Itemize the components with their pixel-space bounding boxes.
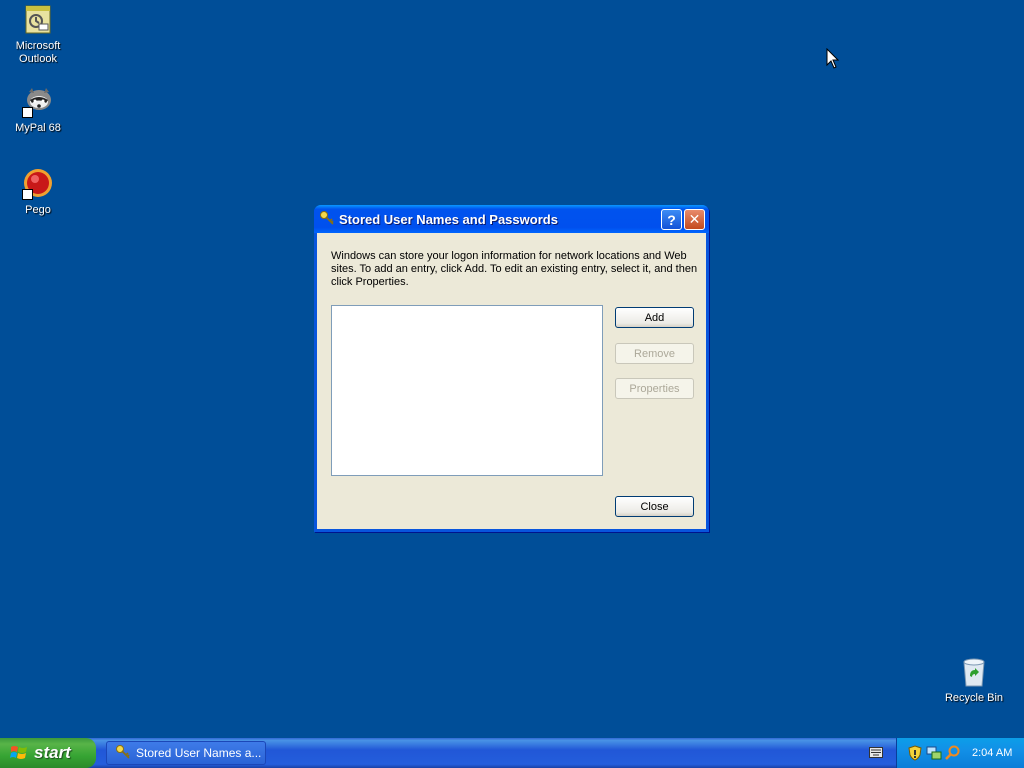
close-button[interactable]: Close	[615, 496, 694, 517]
outlook-icon	[22, 4, 54, 36]
dialog-title: Stored User Names and Passwords	[339, 211, 558, 227]
titlebar-close-button[interactable]: ✕	[684, 209, 705, 230]
windows-logo-icon	[10, 745, 28, 761]
desktop-icon-pego[interactable]: Pego	[0, 168, 76, 217]
start-label: start	[34, 743, 71, 762]
desktop-icon-outlook[interactable]: Microsoft Outlook	[0, 4, 76, 66]
recycle-bin-icon	[958, 656, 990, 688]
help-button[interactable]: ?	[661, 209, 682, 230]
pego-icon	[22, 168, 54, 200]
properties-button[interactable]: Properties	[615, 378, 694, 399]
key-icon	[115, 744, 131, 763]
desktop-icon-label: Pego	[25, 204, 51, 216]
help-icon: ?	[667, 211, 676, 228]
remove-button[interactable]: Remove	[615, 343, 694, 364]
mouse-cursor-icon	[826, 47, 840, 70]
stored-passwords-dialog: Stored User Names and Passwords ? ✕ Wind…	[314, 205, 709, 532]
raccoon-icon	[22, 86, 54, 118]
credentials-list[interactable]	[331, 305, 603, 476]
security-shield-icon[interactable]	[907, 745, 923, 761]
desktop-icon-label: Recycle Bin	[944, 692, 1004, 704]
dialog-body: Windows can store your logon information…	[317, 233, 706, 529]
add-button[interactable]: Add	[615, 307, 694, 328]
taskbar-item-label: Stored User Names a...	[136, 746, 262, 760]
desktop-icon-mypal[interactable]: MyPal 68	[0, 86, 76, 135]
taskbar-item-stored-passwords[interactable]: Stored User Names a...	[106, 741, 266, 765]
shortcut-arrow-icon	[22, 189, 33, 200]
start-button[interactable]: start	[0, 738, 96, 768]
key-icon	[319, 210, 335, 229]
close-icon: ✕	[688, 211, 701, 227]
clock[interactable]: 2:04 AM	[972, 747, 1012, 759]
dialog-titlebar[interactable]: Stored User Names and Passwords ? ✕	[314, 205, 709, 233]
search-icon[interactable]	[945, 745, 961, 761]
keyboard-icon[interactable]	[869, 747, 883, 758]
desktop-icon-label: MyPal 68	[15, 122, 61, 134]
shortcut-arrow-icon	[22, 107, 33, 118]
taskbar: start Stored User Names a... 2:04 AM	[0, 738, 1024, 768]
desktop-icon-recycle-bin[interactable]: Recycle Bin	[936, 656, 1012, 705]
system-tray: 2:04 AM	[896, 738, 1024, 768]
network-icon[interactable]	[926, 745, 942, 761]
dialog-description: Windows can store your logon information…	[331, 250, 698, 288]
desktop-icon-label: Microsoft Outlook	[15, 40, 61, 65]
